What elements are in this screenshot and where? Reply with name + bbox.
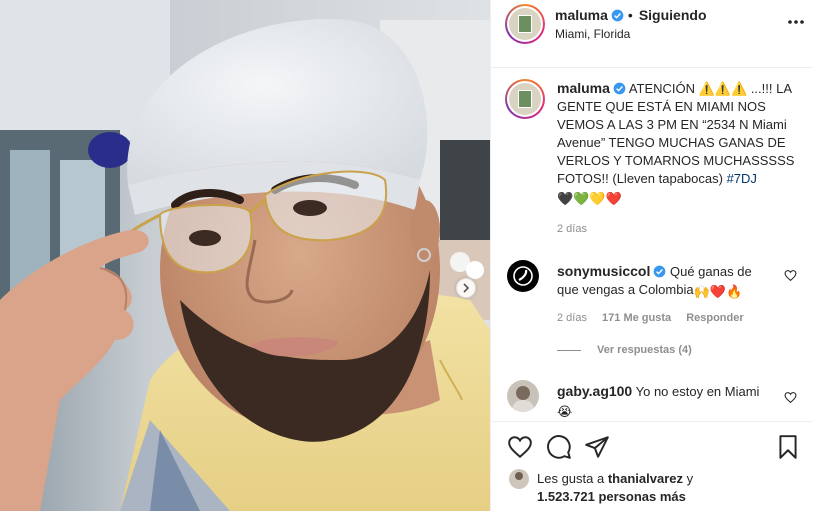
comment-timestamp[interactable]: 2 días — [557, 312, 587, 324]
following-button[interactable]: Siguiendo — [639, 7, 707, 23]
comment-gaby: gaby.ag100 Yo no estoy en Miami 😭 — [557, 382, 772, 421]
comment-likes[interactable]: 171 Me gusta — [602, 312, 671, 324]
chevron-right-icon — [463, 283, 470, 293]
verified-badge-icon — [654, 265, 666, 278]
view-replies-label: Ver respuestas (4) — [597, 344, 692, 356]
comment-sonymusiccol: sonymusiccol Qué ganas de que vengas a C… — [557, 262, 772, 301]
reply-button[interactable]: Responder — [686, 312, 743, 324]
comment-meta: 2 días 171 Me gusta Responder — [557, 312, 756, 324]
comments-list[interactable]: maluma ATENCIÓN ⚠️⚠️⚠️ ...!!! LA GENTE Q… — [491, 69, 813, 421]
caption-timestamp[interactable]: 2 días — [557, 223, 587, 235]
heart-icon[interactable] — [784, 269, 797, 282]
post-location[interactable]: Miami, Florida — [555, 27, 630, 41]
liker-username[interactable]: thanialvarez — [608, 471, 683, 486]
verified-badge-icon — [613, 82, 626, 95]
comment-username[interactable]: sonymusiccol — [557, 263, 650, 279]
bookmark-icon[interactable] — [775, 434, 801, 460]
author-avatar[interactable] — [505, 4, 545, 44]
comment-emojis: 🙌❤️🔥 — [693, 284, 743, 299]
comment-username[interactable]: gaby.ag100 — [557, 383, 632, 399]
post-header: maluma • Siguiendo Miami, Florida — [491, 0, 813, 68]
caption-username[interactable]: maluma — [557, 80, 610, 96]
view-replies-button[interactable]: Ver respuestas (4) — [557, 344, 692, 356]
carousel-next-button[interactable] — [456, 278, 476, 298]
caption-body: ATENCIÓN ⚠️⚠️⚠️ ...!!! LA GENTE QUE ESTÁ… — [557, 81, 795, 186]
post-actions: Les gusta a thanialvarez y 1.523.721 per… — [491, 421, 813, 511]
caption-text: maluma ATENCIÓN ⚠️⚠️⚠️ ...!!! LA GENTE Q… — [557, 79, 802, 208]
author-username[interactable]: maluma — [555, 7, 608, 23]
post-side-panel: maluma • Siguiendo Miami, Florida maluma A… — [490, 0, 813, 511]
caption-hashtag[interactable]: #7DJ — [727, 171, 757, 186]
likes-connector: y — [686, 471, 694, 486]
verified-badge-icon — [611, 9, 624, 22]
sony-logo-icon — [513, 266, 533, 286]
liker-avatar[interactable] — [509, 469, 529, 489]
likes-summary: Les gusta a thanialvarez y — [537, 471, 693, 486]
selfie-photo — [0, 0, 490, 511]
comment-text: Yo no estoy en Miami — [635, 384, 760, 399]
separator-dot: • — [627, 7, 633, 23]
gaby-avatar[interactable] — [507, 380, 539, 412]
caption-avatar[interactable] — [505, 79, 545, 119]
heart-icon[interactable] — [784, 391, 797, 404]
heart-icon[interactable] — [507, 434, 533, 460]
instagram-post: maluma • Siguiendo Miami, Florida maluma A… — [0, 0, 813, 511]
likes-count[interactable]: 1.523.721 personas más — [537, 489, 686, 504]
sonymusiccol-avatar[interactable] — [507, 260, 539, 292]
share-icon[interactable] — [584, 434, 610, 460]
comment-emojis: 😭 — [557, 404, 573, 419]
post-photo[interactable] — [0, 0, 490, 511]
likes-prefix: Les gusta a — [537, 471, 605, 486]
caption-emojis: 🖤💚💛❤️ — [557, 191, 622, 206]
comment-icon[interactable] — [546, 434, 572, 460]
more-options-icon[interactable] — [786, 12, 806, 32]
